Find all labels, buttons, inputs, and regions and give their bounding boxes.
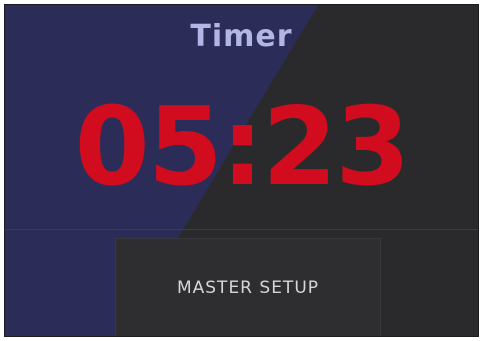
master-setup-label: MASTER SETUP <box>176 278 320 298</box>
timer-countdown-display: 05:23 <box>74 85 411 210</box>
timer-title: Timer <box>190 19 293 54</box>
divider <box>5 229 478 230</box>
timer-panel: Timer 05:23 MASTER SETUP <box>4 4 479 337</box>
master-setup-button[interactable]: MASTER SETUP <box>115 238 381 336</box>
